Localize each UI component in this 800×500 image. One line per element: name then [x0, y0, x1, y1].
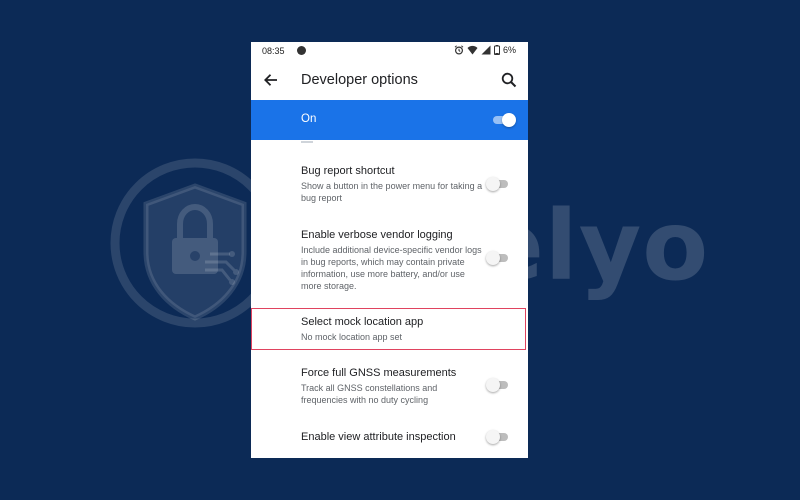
status-bar: 08:35 6% — [251, 42, 528, 60]
setting-summary: Track all GNSS constellations and freque… — [301, 383, 438, 405]
toggle-thumb — [486, 430, 500, 444]
setting-title: Enable verbose vendor logging — [301, 229, 453, 241]
alarm-icon — [454, 45, 464, 55]
setting-select-mock-location-app[interactable]: Select mock location app No mock locatio… — [251, 310, 528, 348]
setting-title: Bug report shortcut — [301, 165, 395, 177]
toggle-thumb — [502, 113, 516, 127]
master-switch-label: On — [301, 113, 317, 125]
wifi-icon — [467, 45, 478, 55]
battery-percent: 6% — [502, 45, 516, 55]
toggle-thumb — [486, 177, 500, 191]
view-attribute-toggle[interactable] — [486, 430, 510, 444]
setting-summary: No mock location app set — [301, 332, 403, 342]
phone-screen: 08:35 6% Developer options On Bug report… — [251, 42, 528, 458]
app-notification-icon — [297, 46, 306, 55]
gnss-toggle[interactable] — [486, 378, 510, 392]
setting-summary: Show a button in the power menu for taki… — [301, 181, 483, 203]
signal-icon — [481, 45, 491, 55]
status-time: 08:35 — [262, 46, 285, 56]
page-title: Developer options — [301, 72, 418, 88]
setting-view-attribute-inspection[interactable]: Enable view attribute inspection — [251, 426, 528, 450]
app-bar: Developer options — [251, 60, 528, 100]
toggle-thumb — [486, 251, 500, 265]
setting-bug-report-shortcut[interactable]: Bug report shortcut Show a button in the… — [251, 162, 528, 210]
setting-verbose-vendor-logging[interactable]: Enable verbose vendor logging Include ad… — [251, 226, 528, 298]
scroll-peek-divider — [301, 141, 313, 143]
bug-report-toggle[interactable] — [486, 177, 510, 191]
verbose-logging-toggle[interactable] — [486, 251, 510, 265]
setting-title: Force full GNSS measurements — [301, 367, 457, 379]
setting-force-full-gnss[interactable]: Force full GNSS measurements Track all G… — [251, 364, 528, 408]
setting-title: Select mock location app — [301, 316, 424, 328]
toggle-thumb — [486, 378, 500, 392]
setting-title: Enable view attribute inspection — [301, 431, 456, 443]
setting-summary: Include additional device-specific vendo… — [301, 245, 482, 291]
battery-icon — [493, 45, 500, 55]
status-icons: 6% — [454, 45, 516, 55]
arrow-back-icon[interactable] — [262, 71, 280, 89]
master-toggle-switch[interactable] — [491, 113, 516, 127]
search-icon[interactable] — [500, 71, 518, 89]
master-switch-bar[interactable]: On — [251, 100, 528, 140]
